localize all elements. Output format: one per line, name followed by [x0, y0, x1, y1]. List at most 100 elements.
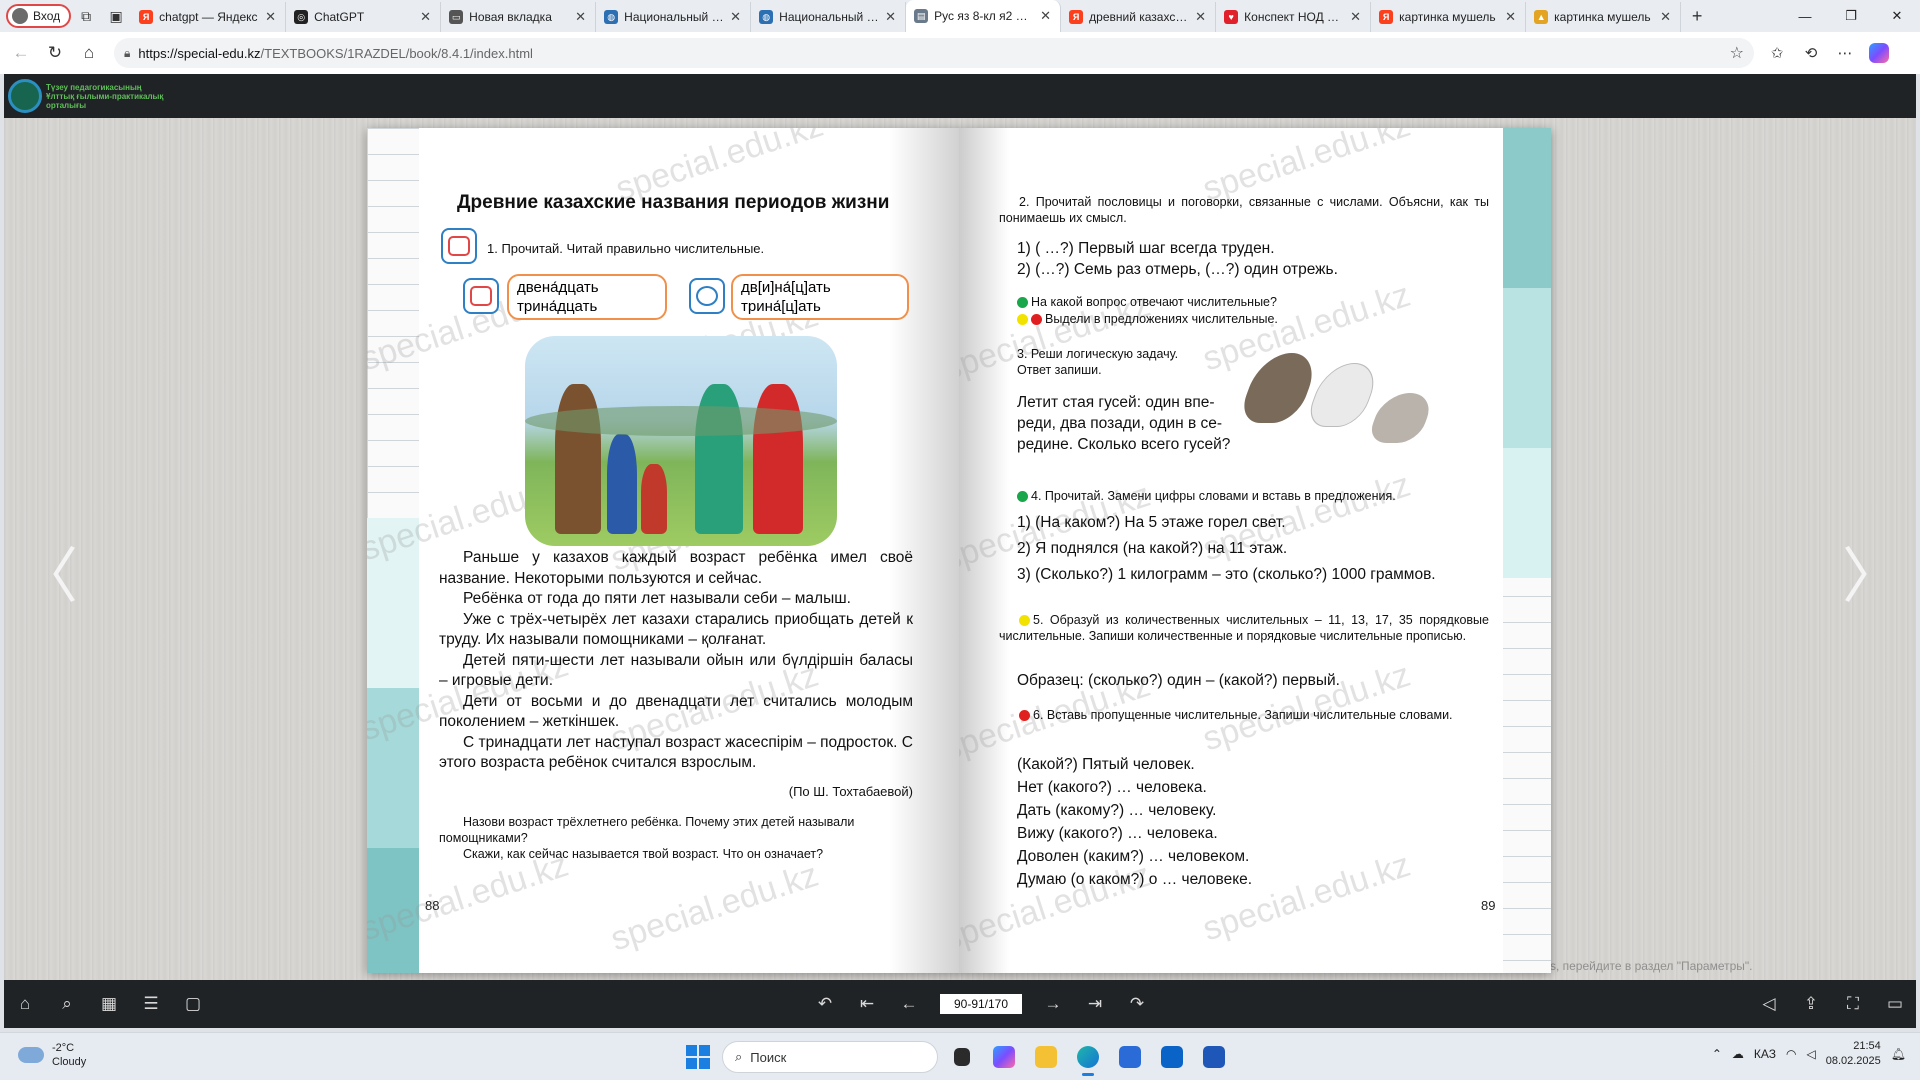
history-icon[interactable]: ⟲ [1794, 36, 1828, 70]
edge-browser-icon[interactable] [1070, 1039, 1106, 1076]
browser-tab[interactable]: Ядревний казахский ✕ [1061, 2, 1217, 32]
start-button[interactable] [680, 1039, 716, 1075]
kazakh-family-illustration [525, 336, 837, 546]
restore-button[interactable]: ❐ [1828, 0, 1874, 32]
taskbar-apps: ⌕ Поиск [680, 1039, 1232, 1076]
browser-tab[interactable]: ▭ Новая вкладка ✕ [441, 2, 597, 32]
close-tab-icon[interactable]: ✕ [730, 9, 742, 25]
comments-icon[interactable]: ▭ [1874, 980, 1916, 1028]
volume-icon[interactable]: ◁ [1806, 1047, 1815, 1061]
back-button[interactable]: ← [4, 36, 38, 70]
thumbnails-icon[interactable]: ▦ [88, 980, 130, 1028]
proverb: 1) ( …?) Первый шаг всегда труден. [1017, 240, 1275, 257]
redo-icon[interactable]: ↷ [1116, 980, 1158, 1028]
tab-title: Новая вкладка [469, 10, 552, 24]
decor-strip [1503, 288, 1551, 448]
close-tab-icon[interactable]: ✕ [1660, 9, 1672, 25]
next-page-arrow[interactable]: 〉 [1842, 528, 1902, 615]
language-indicator[interactable]: КАЗ [1754, 1047, 1776, 1061]
paragraph: Раньше у казахов каждый возраст ребёнка … [439, 549, 913, 587]
open-book: special.edu.kz special.edu.kz special.ed… [367, 128, 1551, 973]
favorite-star-icon[interactable]: ☆ [1730, 43, 1744, 63]
home-icon[interactable]: ⌂ [4, 980, 46, 1028]
decor-strip [1503, 128, 1551, 288]
next-page-icon[interactable]: → [1032, 980, 1074, 1028]
browser-tab[interactable]: ▤ Рус яз 8-кл я2 Учебник ✕ [906, 0, 1062, 32]
url-field[interactable]: 🔒︎ https://special-edu.kz/TEXTBOOKS/1RAZ… [114, 38, 1754, 68]
close-tab-icon[interactable]: ✕ [1195, 9, 1207, 25]
notifications-icon[interactable]: 🔔︎ [1891, 1047, 1906, 1061]
copilot-app-icon[interactable] [986, 1039, 1022, 1075]
prev-page-arrow[interactable]: 〈 [18, 528, 78, 615]
undo-icon[interactable]: ↶ [804, 980, 846, 1028]
cloud-icon [18, 1047, 44, 1063]
spine-shadow [959, 128, 1009, 973]
taskbar-search[interactable]: ⌕ Поиск [722, 1041, 938, 1073]
close-tab-icon[interactable]: ✕ [575, 9, 587, 25]
close-tab-icon[interactable]: ✕ [1350, 9, 1362, 25]
paragraph: Детей пяти-шести лет называли ойын или б… [439, 651, 913, 690]
single-page-icon[interactable]: ▢ [172, 980, 214, 1028]
close-tab-icon[interactable]: ✕ [1505, 9, 1517, 25]
reload-button[interactable]: ↻ [38, 36, 72, 70]
copilot-icon[interactable] [1869, 43, 1889, 63]
zoom-icon[interactable]: ⌕ [46, 980, 88, 1028]
minimize-button[interactable]: — [1782, 0, 1828, 32]
figure-boy [607, 434, 637, 534]
favorites-icon[interactable]: ✩ [1760, 36, 1794, 70]
more-menu-icon[interactable]: ⋯ [1828, 36, 1862, 70]
word-icon[interactable] [1196, 1039, 1232, 1075]
page-indicator-input[interactable]: 90-91/170 [940, 994, 1022, 1014]
close-tab-icon[interactable]: ✕ [885, 9, 897, 25]
browser-tab[interactable]: ◍ Национальный научно ✕ [596, 2, 752, 32]
sound-icon[interactable]: ◁ [1748, 980, 1790, 1028]
profile-button[interactable]: Вход [6, 4, 72, 28]
last-page-icon[interactable]: ⇥ [1074, 980, 1116, 1028]
margin-grid [367, 128, 419, 973]
browser-tab[interactable]: ♥ Конспект НОД «Ста ✕ [1216, 2, 1372, 32]
weather-widget[interactable]: -2°C Cloudy [18, 1041, 86, 1069]
task-view-icon[interactable] [944, 1039, 980, 1075]
browser-tab[interactable]: ◎ ChatGPT ✕ [286, 2, 442, 32]
clock[interactable]: 21:54 08.02.2025 [1826, 1039, 1881, 1069]
hint-line: На какой вопрос отвечают числительные? [1017, 294, 1277, 310]
hint-text: Выдели в предложениях числительные. [1045, 312, 1278, 326]
workspaces-icon[interactable]: ⧉ [71, 0, 101, 32]
tab-title: chatgpt — Яндекс [159, 10, 258, 24]
riddle: Летит стая гусей: один впе- реди, два по… [1017, 392, 1230, 455]
close-tab-icon[interactable]: ✕ [420, 9, 432, 25]
show-hidden-icons-icon[interactable]: ⌃ [1712, 1047, 1722, 1061]
table-of-contents-icon[interactable]: ☰ [130, 980, 172, 1028]
previous-page-icon[interactable]: ← [888, 980, 930, 1028]
close-window-button[interactable]: ✕ [1874, 0, 1920, 32]
favicon-icon: ♥ [1224, 10, 1239, 24]
task-6-line: 6. Вставь пропущенные числительные. Запи… [999, 707, 1489, 723]
site-logo[interactable] [8, 79, 42, 113]
reading-icon [441, 228, 477, 264]
close-tab-icon[interactable]: ✕ [265, 9, 277, 25]
browser-tab[interactable]: ◍ Национальный научно ✕ [751, 2, 907, 32]
vertical-tabs-icon[interactable]: ▣ [101, 0, 131, 32]
first-page-icon[interactable]: ⇤ [846, 980, 888, 1028]
onedrive-icon[interactable]: ☁ [1732, 1047, 1744, 1061]
new-tab-button[interactable]: + [1681, 0, 1713, 32]
lock-icon[interactable]: 🔒︎ [124, 46, 130, 61]
outlook-icon[interactable] [1154, 1039, 1190, 1075]
yellow-dot-icon [1019, 615, 1030, 627]
file-explorer-icon[interactable] [1028, 1039, 1064, 1075]
store-icon[interactable] [1112, 1039, 1148, 1075]
task-6-item: Доволен (каким?) … человеком. [1017, 848, 1250, 865]
fullscreen-icon[interactable]: ⛶ [1832, 980, 1874, 1028]
browser-tab[interactable]: Якартинка мушель ✕ [1371, 2, 1527, 32]
weather-description: Cloudy [52, 1056, 87, 1068]
close-tab-icon[interactable]: ✕ [1040, 8, 1052, 24]
page-left[interactable]: special.edu.kz special.edu.kz special.ed… [367, 128, 959, 973]
wifi-icon[interactable]: ◠ [1786, 1047, 1796, 1061]
profile-label: Вход [33, 9, 61, 23]
browser-tab[interactable]: ▲ картинка мушель ✕ [1526, 2, 1682, 32]
home-button[interactable]: ⌂ [72, 36, 106, 70]
share-icon[interactable]: ⇪ [1790, 980, 1832, 1028]
viewer-toolbar: ⌂ ⌕ ▦ ☰ ▢ ↶ ⇤ ← 90-91/170 → ⇥ ↷ ◁ ⇪ ⛶ ▭ [4, 980, 1916, 1028]
browser-tab[interactable]: Яchatgpt — Яндекс ✕ [131, 2, 287, 32]
page-right[interactable]: special.edu.kz special.edu.kz special.ed… [959, 128, 1551, 973]
